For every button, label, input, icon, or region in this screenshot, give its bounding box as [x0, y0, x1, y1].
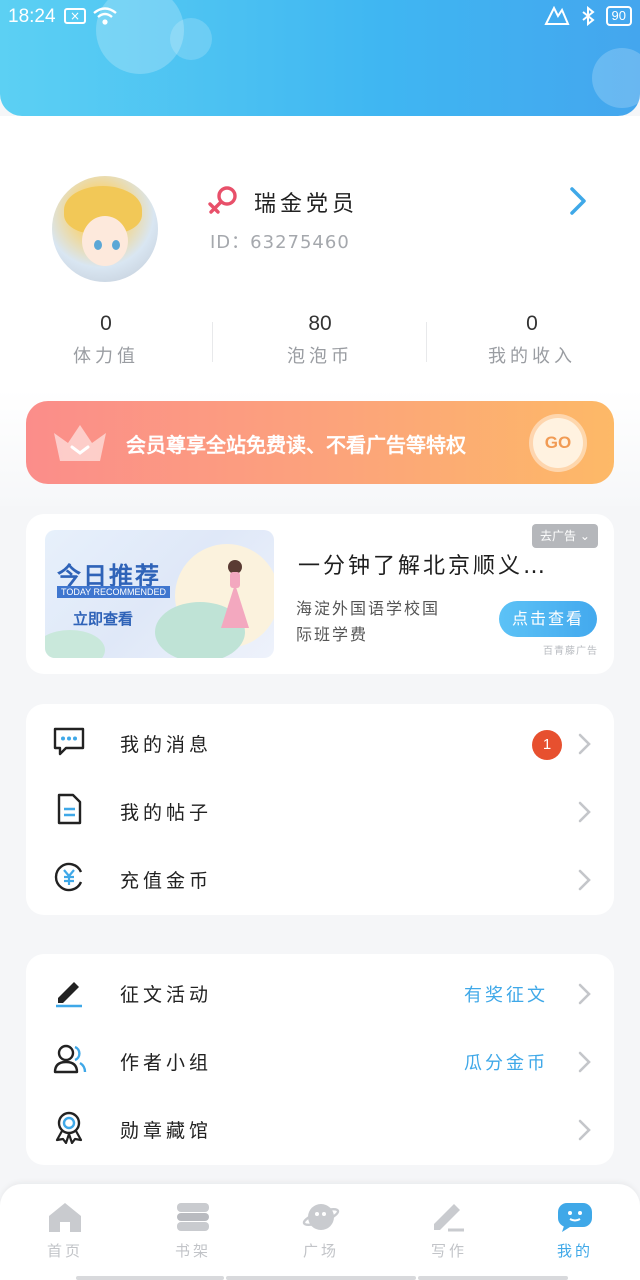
ad-description-line: 海淀外国语学校国 [296, 599, 441, 618]
ad-image-button: 立即查看 [73, 610, 134, 628]
bottom-nav: 首页 书架 广场 写作 我的 [0, 1184, 640, 1280]
gesture-bar [226, 1276, 416, 1280]
battery-icon: 90 [605, 6, 632, 26]
message-icon [52, 724, 92, 760]
stat-value: 0 [100, 312, 112, 335]
menu-card-secondary: 征文活动 有奖征文 作者小组 瓜分金币 勋章藏馆 [26, 954, 614, 1165]
crown-icon [50, 419, 110, 469]
menu-card-primary: 我的消息 1 我的帖子 充值金币 [26, 704, 614, 915]
status-right-group: 90 [543, 6, 632, 26]
ad-description-line: 际班学费 [296, 625, 369, 644]
planet-icon [302, 1204, 340, 1230]
ad-source-label: 百青藤广告 [543, 646, 598, 657]
nav-write[interactable]: 写作 [394, 1200, 504, 1261]
chevron-right-icon[interactable] [566, 186, 590, 220]
remove-ad-label: 去广告 [540, 529, 577, 543]
bookshelf-icon [177, 1203, 209, 1231]
chevron-right-icon [576, 1118, 592, 1146]
stats-divider [212, 322, 213, 362]
stats-divider [426, 322, 427, 362]
unread-badge: 1 [532, 730, 562, 760]
stat-label: 我的收入 [488, 346, 576, 367]
avatar-face [82, 216, 128, 266]
nav-bookshelf[interactable]: 书架 [138, 1200, 248, 1261]
chevron-right-icon [576, 868, 592, 896]
nav-label: 书架 [174, 1242, 211, 1260]
wifi-icon [92, 5, 118, 32]
user-id: ID：63275460 [210, 232, 350, 253]
home-icon [49, 1203, 81, 1232]
stat-label: 泡泡币 [287, 346, 353, 367]
nav-square[interactable]: 广场 [266, 1200, 376, 1261]
menu-item-medals[interactable]: 勋章藏馆 [26, 1094, 614, 1162]
ad-image-subtitle: TODAY RECOMMENDED [57, 586, 171, 598]
users-icon [52, 1042, 92, 1078]
notification-icon: × [64, 8, 86, 24]
status-time: 18:24 [8, 6, 56, 27]
menu-item-label: 作者小组 [120, 1052, 213, 1074]
vip-go-button[interactable]: GO [533, 418, 583, 468]
username: 瑞金党员 [254, 192, 359, 217]
coin-yen-icon [52, 860, 92, 896]
chevron-right-icon [576, 1050, 592, 1078]
menu-item-recharge[interactable]: 充值金币 [26, 844, 614, 912]
ad-cta-button[interactable]: 点击查看 [499, 601, 597, 637]
chevron-right-icon [576, 800, 592, 828]
pen-icon [52, 974, 92, 1010]
menu-item-label: 充值金币 [120, 870, 213, 892]
menu-item-posts[interactable]: 我的帖子 [26, 776, 614, 844]
chevron-right-icon [576, 732, 592, 760]
menu-item-extra: 瓜分金币 [464, 1053, 548, 1074]
gesture-bar [76, 1276, 224, 1280]
menu-item-essay-contest[interactable]: 征文活动 有奖征文 [26, 958, 614, 1026]
stat-income[interactable]: 0 我的收入 [452, 312, 612, 368]
remove-ad-button[interactable]: 去广告 ⌄ [532, 524, 598, 548]
nav-mine[interactable]: 我的 [520, 1200, 630, 1261]
profile-bubble-icon [558, 1203, 592, 1232]
chevron-right-icon [576, 982, 592, 1010]
nav-label: 广场 [302, 1242, 339, 1260]
avatar[interactable] [52, 176, 158, 282]
ad-title: 一分钟了解北京顺义… [298, 554, 549, 579]
stat-value: 80 [308, 312, 332, 335]
status-bar: 18:24 × 90 [0, 0, 640, 34]
ad-image-hill [45, 630, 105, 658]
header-banner: 18:24 × 90 [0, 0, 640, 116]
menu-item-label: 我的消息 [120, 734, 213, 756]
menu-item-messages[interactable]: 我的消息 1 [26, 708, 614, 776]
menu-item-extra: 有奖征文 [464, 985, 548, 1006]
gesture-bar [418, 1276, 568, 1280]
stats-row: 0 体力值 80 泡泡币 0 我的收入 [0, 312, 640, 372]
chevron-down-icon: ⌄ [579, 529, 590, 543]
signal-icon [543, 6, 570, 25]
decor-bubble [592, 48, 640, 108]
nav-label: 写作 [430, 1242, 467, 1260]
female-icon [206, 184, 240, 220]
bluetooth-icon [581, 6, 595, 26]
ad-image[interactable]: 今日推荐 TODAY RECOMMENDED 立即查看 [45, 530, 274, 658]
nav-home[interactable]: 首页 [10, 1200, 120, 1261]
menu-item-label: 我的帖子 [120, 802, 213, 824]
stat-value: 0 [526, 312, 538, 335]
vip-banner[interactable]: 会员尊享全站免费读、不看广告等特权 GO [26, 401, 614, 484]
write-icon [434, 1204, 464, 1232]
stat-stamina[interactable]: 0 体力值 [26, 312, 186, 368]
menu-item-label: 征文活动 [120, 984, 213, 1006]
medal-icon [52, 1110, 92, 1146]
menu-item-author-group[interactable]: 作者小组 瓜分金币 [26, 1026, 614, 1094]
avatar-eye [94, 240, 102, 250]
menu-item-label: 勋章藏馆 [120, 1120, 213, 1142]
stat-bubble-coins[interactable]: 80 泡泡币 [240, 312, 400, 368]
avatar-eye [112, 240, 120, 250]
stat-label: 体力值 [73, 346, 139, 367]
nav-label: 首页 [46, 1242, 83, 1260]
ad-description: 海淀外国语学校国 际班学费 [296, 596, 440, 648]
ad-image-figure [221, 584, 249, 628]
vip-banner-text: 会员尊享全站免费读、不看广告等特权 [126, 433, 466, 457]
ad-card[interactable]: 今日推荐 TODAY RECOMMENDED 立即查看 一分钟了解北京顺义… 海… [26, 514, 614, 674]
nav-label: 我的 [556, 1242, 593, 1260]
document-icon [52, 792, 92, 828]
